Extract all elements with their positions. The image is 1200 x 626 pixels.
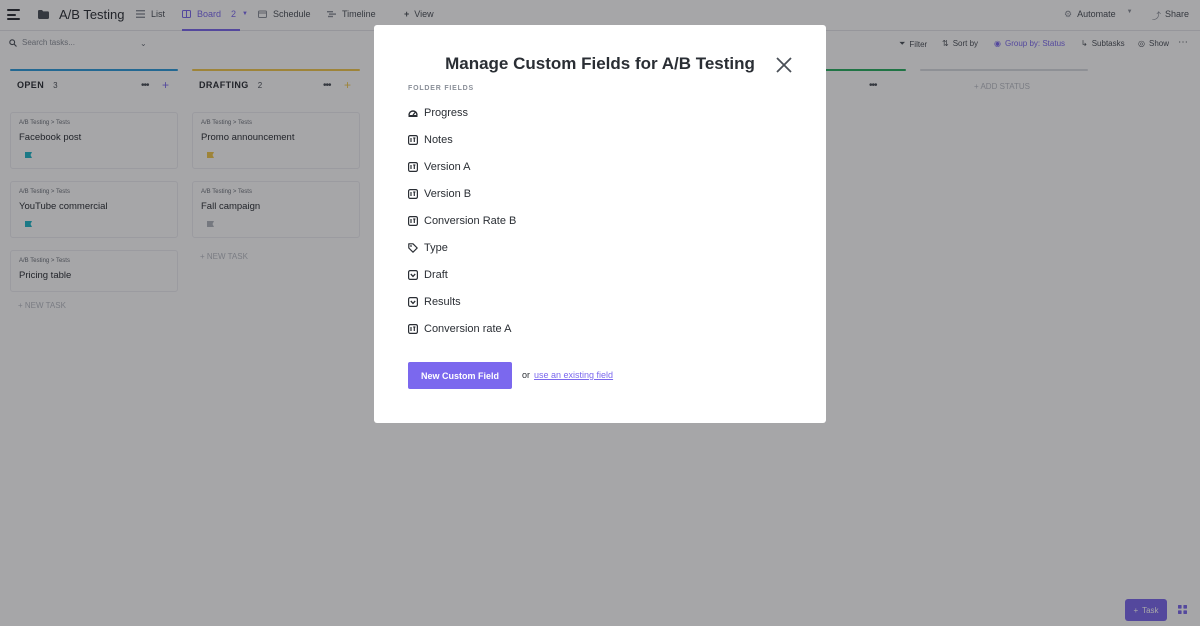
custom-field-item[interactable]: Progress [408,105,468,121]
custom-field-item[interactable]: Conversion rate A [408,321,511,337]
custom-field-item[interactable]: Results [408,294,461,310]
custom-field-item[interactable]: Notes [408,132,453,148]
custom-field-item[interactable]: Conversion Rate B [408,213,516,229]
field-label: Version A [424,161,471,173]
text-field-icon [408,216,418,226]
modal-title: Manage Custom Fields for A/B Testing [445,54,755,73]
custom-fields-modal: Manage Custom Fields for A/B Testing FOL… [374,25,826,423]
custom-field-item[interactable]: Version A [408,159,470,175]
text-field-icon [408,162,418,172]
custom-field-item[interactable]: Type [408,240,448,256]
text-field-icon [408,324,418,334]
dropdown-field-icon [408,270,418,280]
field-label: Draft [424,269,448,281]
section-label: FOLDER FIELDS [408,85,475,92]
field-label: Notes [424,134,453,146]
field-label: Results [424,296,461,308]
tag-icon [408,243,418,253]
custom-field-item[interactable]: Version B [408,186,471,202]
dropdown-field-icon [408,297,418,307]
close-icon[interactable] [775,56,793,74]
field-label: Conversion rate A [424,323,512,335]
field-label: Conversion Rate B [424,215,517,227]
text-field-icon [408,135,418,145]
or-text: or [522,370,531,380]
text-field-icon [408,189,418,199]
progress-icon [408,110,418,117]
field-label: Progress [424,107,469,119]
custom-field-item[interactable]: Draft [408,267,448,283]
new-custom-field-button[interactable]: New Custom Field [408,362,512,389]
field-label: Type [424,242,448,254]
use-existing-field-link[interactable]: use an existing field [534,370,613,380]
field-label: Version B [424,188,472,200]
